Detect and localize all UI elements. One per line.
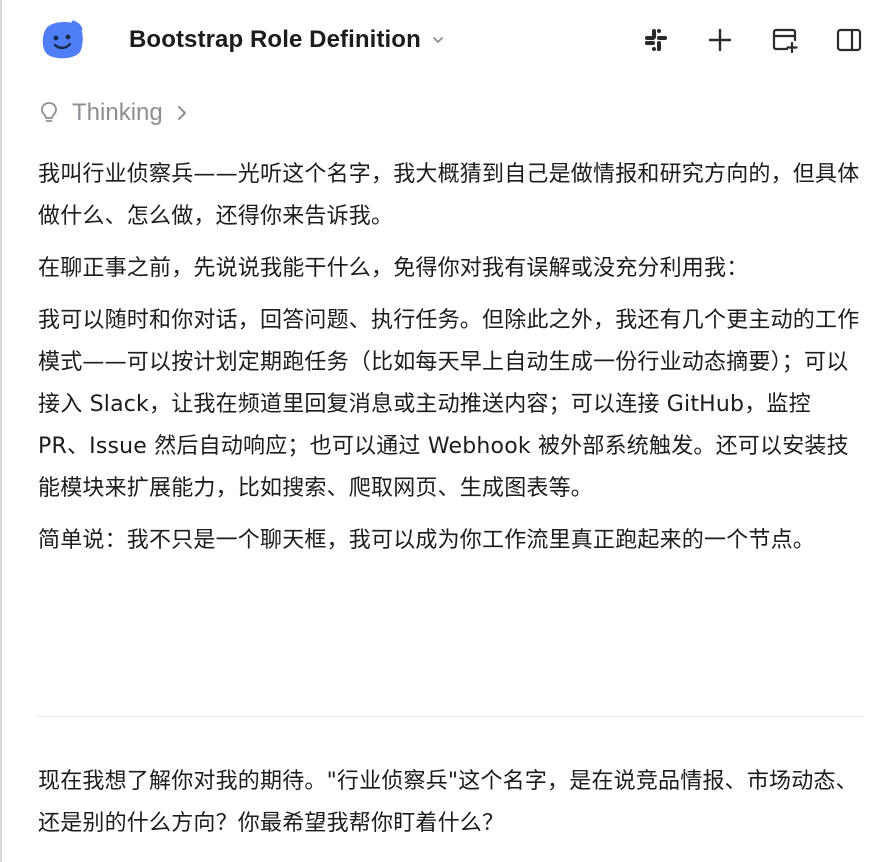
chat-header: Bootstrap Role Definition (0, 0, 884, 80)
assistant-message: Thinking 我叫行业侦察兵——光听这个名字，我大概猜到自己是做情报和研究方… (38, 92, 868, 562)
chevron-right-icon (177, 106, 186, 120)
thinking-label: Thinking (72, 99, 163, 126)
message-paragraph: 在聊正事之前，先说说我能干什么，免得你对我有误解或没充分利用我： (38, 256, 749, 281)
message-paragraph: 简单说：我不只是一个聊天框，我可以成为你工作流里真正跑起来的一个节点。 (38, 528, 816, 553)
conversation-title-dropdown[interactable]: Bootstrap Role Definition (129, 22, 445, 58)
message-paragraph: 我可以随时和你对话，回答问题、执行任务。但除此之外，我还有几个更主动的工作模式—… (38, 308, 860, 501)
final-question-block: 现在我想了解你对我的期待。"行业侦察兵"这个名字，是在说竞品情报、市场动态、还是… (38, 761, 868, 845)
conversation-title: Bootstrap Role Definition (129, 26, 421, 53)
message-divider (38, 716, 864, 717)
final-question: 现在我想了解你对我的期待。"行业侦察兵"这个名字，是在说竞品情报、市场动态、还是… (38, 769, 858, 836)
lightbulb-icon (41, 102, 57, 122)
thinking-toggle[interactable]: Thinking (38, 92, 868, 134)
slack-icon[interactable] (642, 26, 670, 54)
window-left-border (0, 0, 2, 862)
new-window-icon[interactable] (771, 26, 799, 54)
plus-icon[interactable] (706, 26, 734, 54)
message-paragraph: 我叫行业侦察兵——光听这个名字，我大概猜到自己是做情报和研究方向的，但具体做什么… (38, 162, 860, 229)
chevron-down-icon (432, 37, 443, 43)
sidebar-toggle-icon[interactable] (835, 26, 863, 54)
smiley-face-avatar-icon (40, 19, 84, 61)
